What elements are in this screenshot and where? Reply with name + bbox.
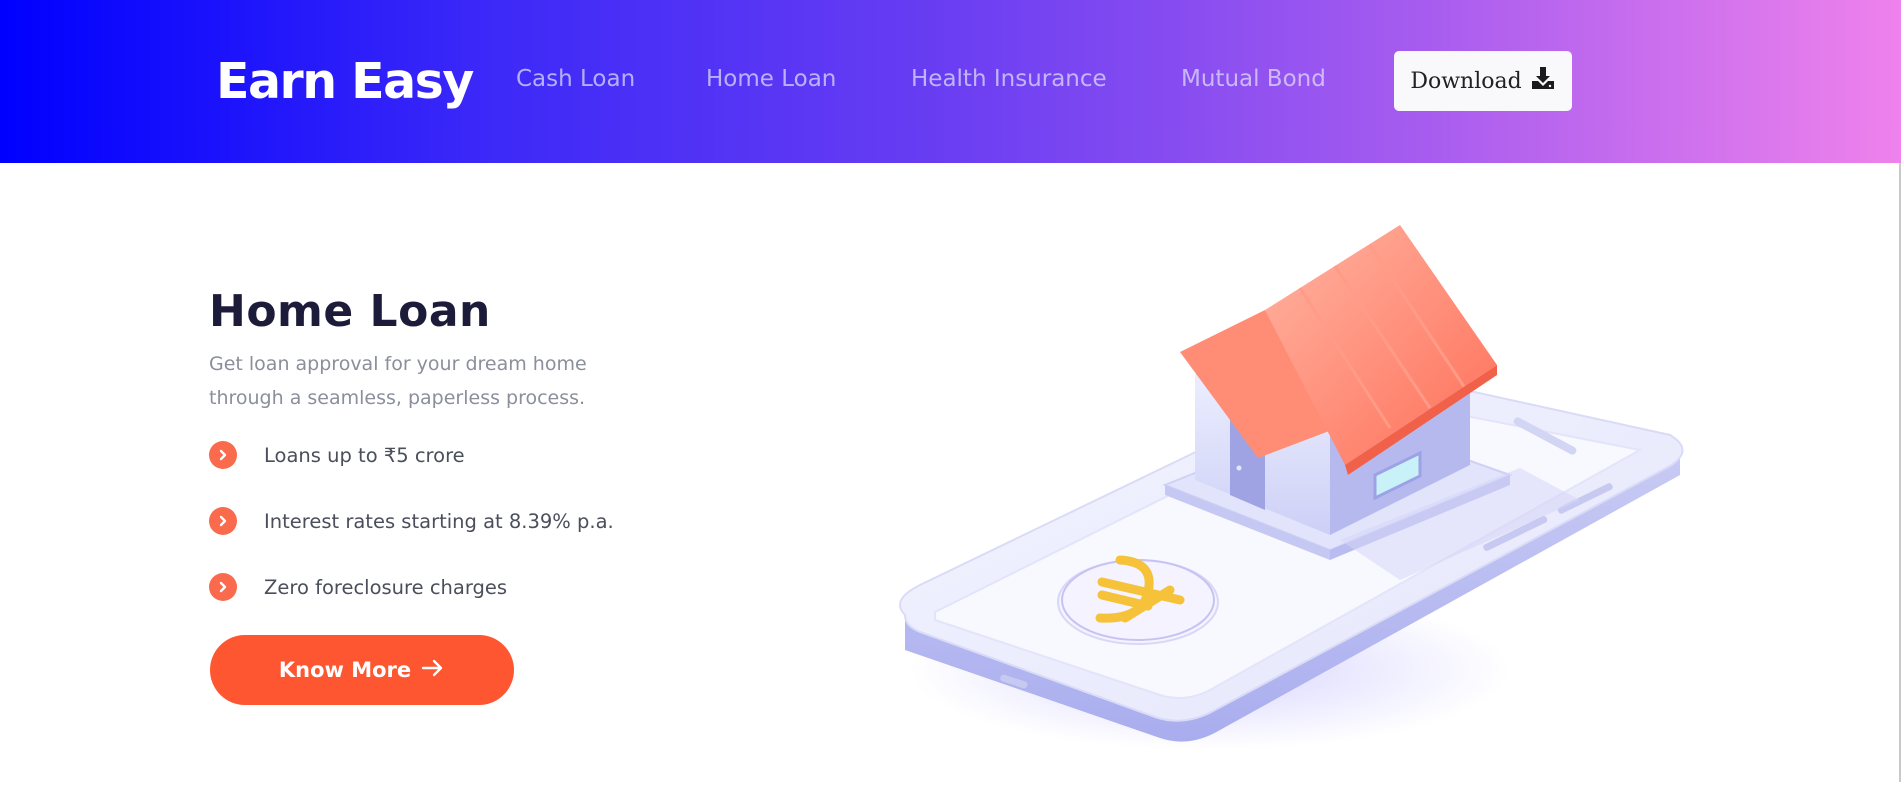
- know-more-button[interactable]: Know More: [210, 635, 514, 705]
- know-more-label: Know More: [278, 658, 412, 682]
- chevron-right-icon: [209, 507, 237, 535]
- rupee-symbol: ₹: [880, 200, 881, 201]
- brand-logo[interactable]: Earn Easy: [216, 50, 474, 114]
- feature-text: Interest rates starting at 8.39% p.a.: [264, 509, 614, 533]
- house-on-phone-illustration: ₹: [880, 200, 1700, 782]
- feature-text: Zero foreclosure charges: [264, 575, 508, 599]
- chevron-right-icon: [209, 573, 237, 601]
- nav-link-health-insurance[interactable]: Health Insurance: [911, 64, 1107, 94]
- site-header: Earn Easy Cash Loan Home Loan Health Ins…: [0, 0, 1901, 163]
- feature-item-interest-rate: Interest rates starting at 8.39% p.a.: [209, 507, 614, 535]
- nav-link-home-loan[interactable]: Home Loan: [706, 64, 836, 94]
- download-button[interactable]: Download: [1394, 51, 1572, 111]
- nav-link-cash-loan[interactable]: Cash Loan: [516, 64, 635, 94]
- nav-link-mutual-bond[interactable]: Mutual Bond: [1181, 64, 1326, 94]
- download-button-label: Download: [1410, 68, 1522, 94]
- page-title: Home Loan: [209, 286, 491, 337]
- feature-text: Loans up to ₹5 crore: [264, 443, 465, 467]
- hero-subtitle: Get loan approval for your dream home th…: [209, 353, 587, 409]
- download-icon: [1530, 65, 1556, 97]
- feature-item-foreclosure: Zero foreclosure charges: [209, 573, 507, 601]
- arrow-right-icon: [421, 658, 445, 683]
- feature-item-loan-amount: Loans up to ₹5 crore: [209, 441, 465, 469]
- chevron-right-icon: [209, 441, 237, 469]
